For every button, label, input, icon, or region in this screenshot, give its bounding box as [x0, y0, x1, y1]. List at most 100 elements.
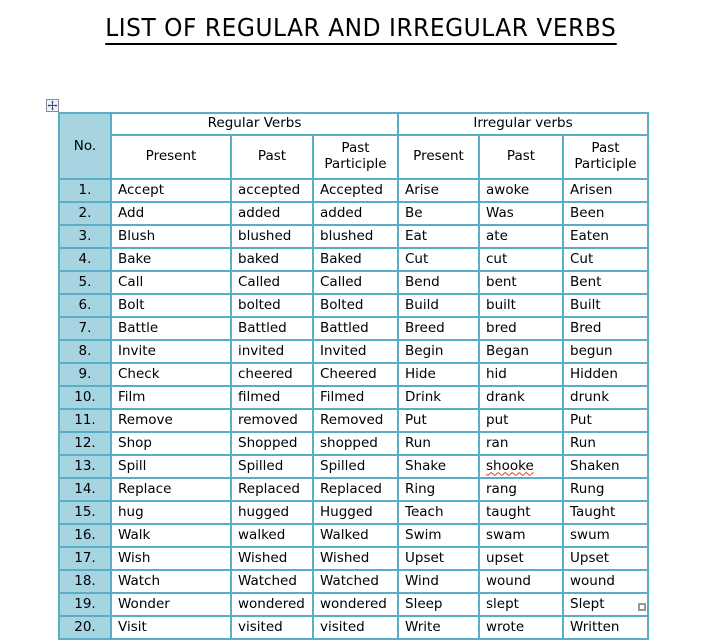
- cell-regular-present: Invite: [110, 339, 232, 364]
- cell-regular-past-participle: blushed: [312, 224, 399, 249]
- cell-irregular-past-participle: wound: [562, 569, 649, 594]
- cell-irregular-past-participle: swum: [562, 523, 649, 548]
- cell-regular-present: Blush: [110, 224, 232, 249]
- cell-irregular-present: Run: [397, 431, 480, 456]
- cell-irregular-past-participle: Built: [562, 293, 649, 318]
- cell-irregular-present: Drink: [397, 385, 480, 410]
- cell-regular-past-participle: Called: [312, 270, 399, 295]
- cell-row-number: 20.: [58, 615, 112, 640]
- cell-row-number: 10.: [58, 385, 112, 410]
- cell-regular-past: accepted: [230, 178, 314, 203]
- cell-irregular-present: Bend: [397, 270, 480, 295]
- cell-row-number: 2.: [58, 201, 112, 226]
- group-header-row: No. Regular Verbs Irregular verbs: [58, 112, 649, 180]
- header-irregular-present: Present: [397, 134, 480, 180]
- cell-regular-present: Watch: [110, 569, 232, 594]
- cell-row-number: 13.: [58, 454, 112, 479]
- cell-regular-past-participle: shopped: [312, 431, 399, 456]
- pp-line-1: Past: [591, 139, 620, 156]
- cell-irregular-present: Hide: [397, 362, 480, 387]
- cell-irregular-past: drank: [478, 385, 564, 410]
- cell-regular-past-participle: Filmed: [312, 385, 399, 410]
- cell-regular-past: walked: [230, 523, 314, 548]
- cell-irregular-past-participle: Put: [562, 408, 649, 433]
- table-row: 8. Invite invited Invited Begin Began begun: [58, 339, 649, 364]
- cell-irregular-past-participle: Taught: [562, 500, 649, 525]
- cell-irregular-past-participle: drunk: [562, 385, 649, 410]
- cell-irregular-past: cut: [478, 247, 564, 272]
- table-row: 3. Blush blushed blushed Eat ate Eaten: [58, 224, 649, 249]
- pp-line-1: Past: [341, 139, 370, 156]
- cell-irregular-past: wound: [478, 569, 564, 594]
- table-row: 1. Accept accepted Accepted Arise awoke Arisen: [58, 178, 649, 203]
- cell-irregular-past: rang: [478, 477, 564, 502]
- table-row: 15. hug hugged Hugged Teach taught Taught: [58, 500, 649, 525]
- table-row: 20. Visit visited visited Write wrote Written: [58, 615, 649, 640]
- cell-irregular-present: Arise: [397, 178, 480, 203]
- cell-regular-past: Battled: [230, 316, 314, 341]
- cell-regular-past-participle: Baked: [312, 247, 399, 272]
- cell-row-number: 19.: [58, 592, 112, 617]
- cell-regular-past: filmed: [230, 385, 314, 410]
- cell-irregular-past: swam: [478, 523, 564, 548]
- cell-irregular-present: Put: [397, 408, 480, 433]
- cell-regular-past: Wished: [230, 546, 314, 571]
- verbs-table-container: No. Regular Verbs Irregular verbs Presen…: [58, 112, 649, 640]
- cell-irregular-past-participle: Written: [562, 615, 649, 640]
- misspelled-word: shooke: [486, 457, 534, 474]
- cell-regular-past: baked: [230, 247, 314, 272]
- cell-regular-past-participle: visited: [312, 615, 399, 640]
- cell-regular-present: Add: [110, 201, 232, 226]
- cell-regular-present: Visit: [110, 615, 232, 640]
- cell-irregular-present: Shake: [397, 454, 480, 479]
- cell-row-number: 5.: [58, 270, 112, 295]
- cell-regular-past-participle: Cheered: [312, 362, 399, 387]
- table-move-handle[interactable]: [46, 99, 59, 112]
- cell-irregular-past-participle: Hidden: [562, 362, 649, 387]
- cell-irregular-present: Cut: [397, 247, 480, 272]
- cell-irregular-past: taught: [478, 500, 564, 525]
- cell-irregular-past: Was: [478, 201, 564, 226]
- cell-row-number: 14.: [58, 477, 112, 502]
- cell-row-number: 18.: [58, 569, 112, 594]
- table-row: 7. Battle Battled Battled Breed bred Bred: [58, 316, 649, 341]
- table-resize-handle[interactable]: [638, 603, 646, 611]
- cell-irregular-past-participle: Eaten: [562, 224, 649, 249]
- cell-irregular-past-participle: Cut: [562, 247, 649, 272]
- cell-row-number: 4.: [58, 247, 112, 272]
- cell-irregular-past-participle: begun: [562, 339, 649, 364]
- sub-header-row: Present Past Past Participle Present Pas…: [59, 134, 649, 180]
- cell-regular-past-participle: Wished: [312, 546, 399, 571]
- cell-irregular-past-participle: Bred: [562, 316, 649, 341]
- cell-regular-present: Shop: [110, 431, 232, 456]
- cell-row-number: 6.: [58, 293, 112, 318]
- cell-regular-past: blushed: [230, 224, 314, 249]
- cell-irregular-past: ate: [478, 224, 564, 249]
- cell-irregular-present: Eat: [397, 224, 480, 249]
- cell-regular-present: Bolt: [110, 293, 232, 318]
- cell-regular-past-participle: Battled: [312, 316, 399, 341]
- cell-irregular-past: wrote: [478, 615, 564, 640]
- cell-irregular-present: Teach: [397, 500, 480, 525]
- page-title: LIST OF REGULAR AND IRREGULAR VERBS: [104, 14, 617, 45]
- pp-line-2: Participle: [324, 155, 387, 172]
- title-block: LIST OF REGULAR AND IRREGULAR VERBS: [0, 0, 721, 45]
- cell-irregular-present: Swim: [397, 523, 480, 548]
- cell-row-number: 15.: [58, 500, 112, 525]
- cell-irregular-present: Upset: [397, 546, 480, 571]
- cell-regular-past: Replaced: [230, 477, 314, 502]
- cell-irregular-past: built: [478, 293, 564, 318]
- cell-irregular-present: Breed: [397, 316, 480, 341]
- cell-irregular-past-participle: Bent: [562, 270, 649, 295]
- header-irregular-past-participle: Past Participle: [562, 134, 649, 180]
- cell-regular-present: Spill: [110, 454, 232, 479]
- cell-regular-past-participle: Invited: [312, 339, 399, 364]
- cell-regular-present: Wonder: [110, 592, 232, 617]
- cell-regular-past-participle: Walked: [312, 523, 399, 548]
- cell-regular-past: visited: [230, 615, 314, 640]
- table-row: 16. Walk walked Walked Swim swam swum: [58, 523, 649, 548]
- cell-regular-past: bolted: [230, 293, 314, 318]
- table-body: 1. Accept accepted Accepted Arise awoke Arisen…: [58, 178, 649, 640]
- cell-irregular-past: awoke: [478, 178, 564, 203]
- header-regular-past-participle: Past Participle: [312, 134, 399, 180]
